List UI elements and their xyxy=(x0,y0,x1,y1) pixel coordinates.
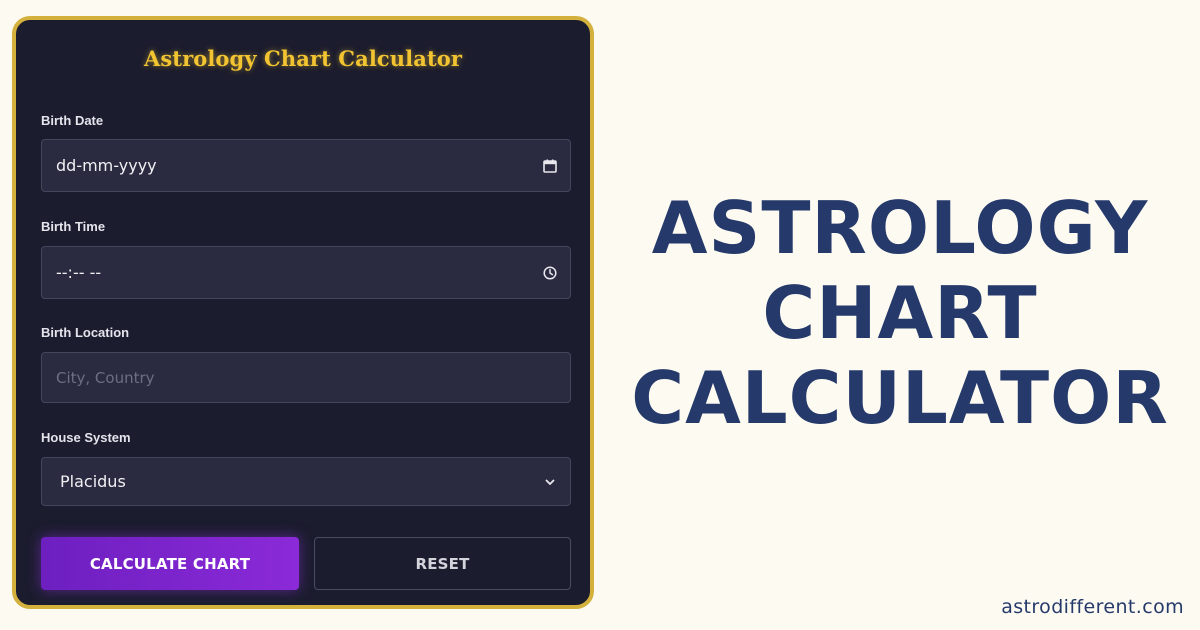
reset-button[interactable]: RESET xyxy=(314,537,571,590)
birth-location-label: Birth Location xyxy=(41,325,130,340)
birth-date-input[interactable]: dd-mm-yyyy xyxy=(41,139,571,192)
site-url: astrodifferent.com xyxy=(1001,596,1184,618)
headline-line-2: CHART xyxy=(762,271,1038,355)
headline-line-3: CALCULATOR xyxy=(631,356,1169,440)
house-system-label: House System xyxy=(41,430,131,445)
birth-date-label: Birth Date xyxy=(41,113,104,128)
calculate-chart-button[interactable]: CALCULATE CHART xyxy=(41,537,299,590)
birth-location-input[interactable]: City, Country xyxy=(41,352,571,403)
birth-time-input[interactable]: --:-- -- xyxy=(41,246,571,299)
house-system-select[interactable]: Placidus xyxy=(41,457,571,506)
headline-line-1: ASTROLOGY xyxy=(651,186,1149,270)
panel-title: Astrology Chart Calculator xyxy=(143,46,463,71)
birth-time-value: --:-- -- xyxy=(56,263,102,282)
birth-location-placeholder: City, Country xyxy=(56,368,155,387)
house-system-value: Placidus xyxy=(60,472,126,491)
clock-icon[interactable] xyxy=(542,265,558,281)
calendar-icon[interactable] xyxy=(542,158,558,174)
chevron-down-icon xyxy=(542,474,558,490)
calculator-panel: Astrology Chart Calculator Birth Date dd… xyxy=(12,16,594,609)
headline: ASTROLOGY CHART CALCULATOR xyxy=(620,186,1180,441)
birth-time-label: Birth Time xyxy=(41,219,106,234)
birth-date-value: dd-mm-yyyy xyxy=(56,156,157,175)
